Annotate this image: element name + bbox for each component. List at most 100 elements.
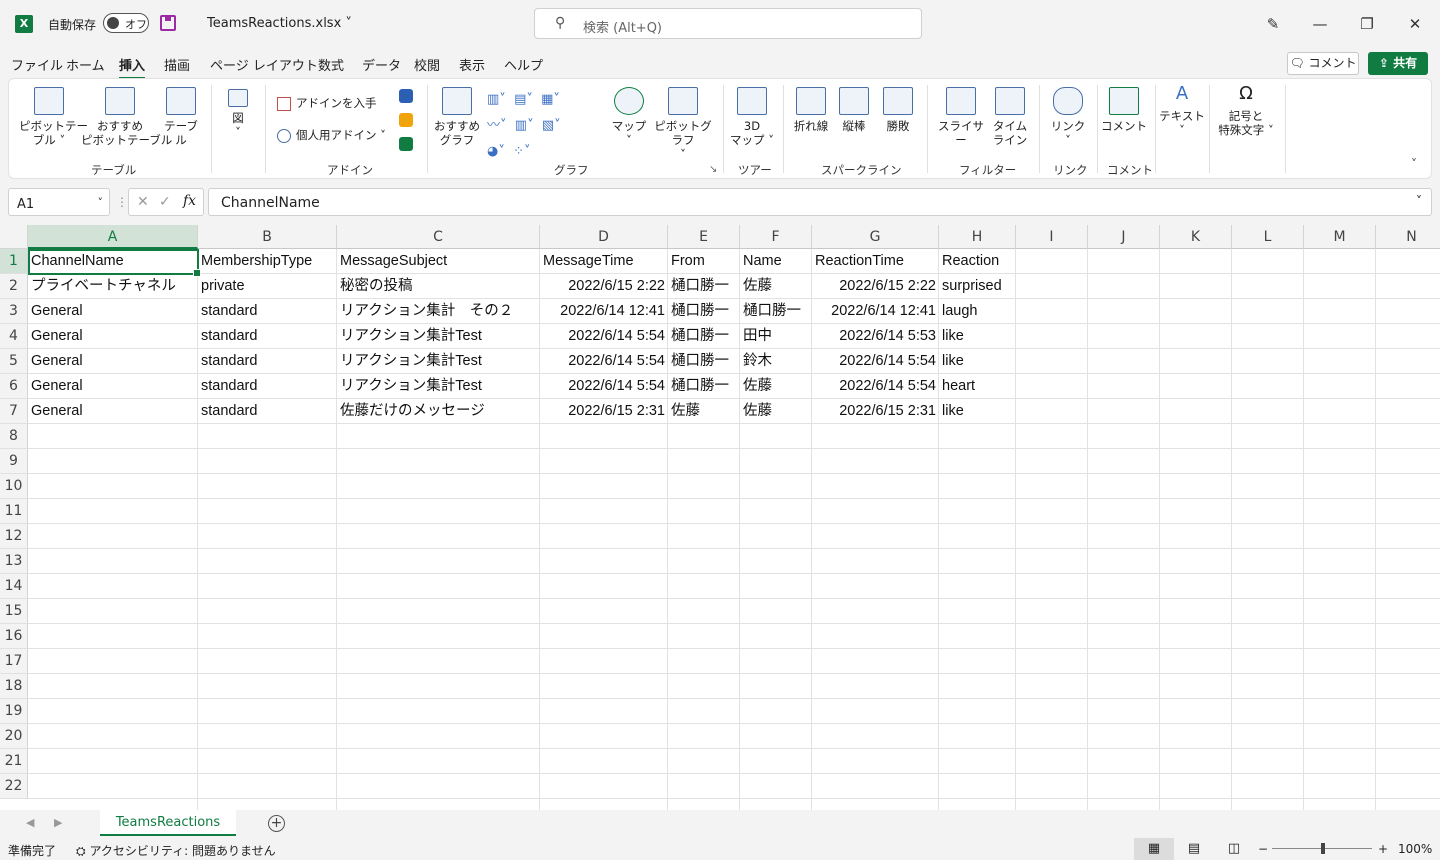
select-all-corner[interactable] (0, 225, 28, 249)
cell-d3[interactable]: 2022/6/14 12:41 (540, 299, 668, 324)
cell-b4[interactable]: standard (198, 324, 337, 349)
cell-a4[interactable]: General (28, 324, 198, 349)
column-header-l[interactable]: L (1232, 225, 1304, 249)
collapse-ribbon-icon[interactable]: ˅ (1411, 157, 1417, 171)
cell-f7[interactable]: 佐藤 (740, 399, 812, 424)
cell-c1[interactable]: MessageSubject (337, 249, 540, 274)
comment-button[interactable]: コメント (1101, 87, 1147, 133)
cell-b1[interactable]: MembershipType (198, 249, 337, 274)
insert-function-icon[interactable]: fx (183, 193, 196, 209)
row-header-14[interactable]: 14 (0, 574, 28, 599)
cell-h2[interactable]: surprised (939, 274, 1016, 299)
row-header-10[interactable]: 10 (0, 474, 28, 499)
cell-e6[interactable]: 樋口勝一 (668, 374, 740, 399)
cell-f1[interactable]: Name (740, 249, 812, 274)
tab-home[interactable]: ホーム (66, 55, 105, 74)
cell-e5[interactable]: 樋口勝一 (668, 349, 740, 374)
row-header-7[interactable]: 7 (0, 399, 28, 424)
cell-f6[interactable]: 佐藤 (740, 374, 812, 399)
row-header-1[interactable]: 1 (0, 249, 28, 274)
cell-g6[interactable]: 2022/6/14 5:54 (812, 374, 939, 399)
search-box[interactable]: ⚲ 検索 (Alt+Q) (534, 8, 922, 39)
pie-chart-icon[interactable]: ◕˅ (487, 144, 505, 159)
column-header-d[interactable]: D (540, 225, 668, 249)
cell-d7[interactable]: 2022/6/15 2:31 (540, 399, 668, 424)
name-box[interactable]: A1 ˅ (8, 188, 110, 216)
autosave-toggle[interactable]: オフ (103, 13, 149, 33)
cell-c5[interactable]: リアクション集計Test (337, 349, 540, 374)
row-header-12[interactable]: 12 (0, 524, 28, 549)
cell-g4[interactable]: 2022/6/14 5:53 (812, 324, 939, 349)
cell-g2[interactable]: 2022/6/15 2:22 (812, 274, 939, 299)
tab-formulas[interactable]: 数式 (318, 55, 344, 74)
cell-b5[interactable]: standard (198, 349, 337, 374)
column-header-n[interactable]: N (1376, 225, 1440, 249)
symbols-button[interactable]: Ω 記号と 特殊文字 ˅ (1213, 85, 1279, 138)
cell-a3[interactable]: General (28, 299, 198, 324)
comments-button[interactable]: 🗨 コメント (1287, 52, 1359, 75)
tab-view[interactable]: 表示 (459, 55, 485, 74)
cell-b3[interactable]: standard (198, 299, 337, 324)
cell-e4[interactable]: 樋口勝一 (668, 324, 740, 349)
cell-f2[interactable]: 佐藤 (740, 274, 812, 299)
tab-file[interactable]: ファイル (11, 55, 63, 74)
hierarchy-chart-icon[interactable]: ▤˅ (514, 92, 533, 107)
save-icon[interactable] (160, 15, 176, 31)
tab-help[interactable]: ヘルプ (504, 55, 543, 74)
add-sheet-icon[interactable]: + (268, 815, 285, 832)
cell-b2[interactable]: private (198, 274, 337, 299)
text-button[interactable]: A テキスト ˅ (1159, 85, 1205, 138)
zoom-slider-thumb[interactable] (1321, 843, 1325, 854)
cell-e3[interactable]: 樋口勝一 (668, 299, 740, 324)
column-header-m[interactable]: M (1304, 225, 1376, 249)
column-header-k[interactable]: K (1160, 225, 1232, 249)
slicer-button[interactable]: スライサー (933, 87, 989, 147)
column-header-i[interactable]: I (1016, 225, 1088, 249)
column-header-g[interactable]: G (812, 225, 939, 249)
pen-icon[interactable]: ✎ (1258, 10, 1288, 38)
scatter-chart-icon[interactable]: ⁘˅ (513, 144, 530, 159)
share-button[interactable]: ⇪ 共有 (1368, 52, 1428, 75)
enter-icon[interactable]: ✓ (159, 194, 171, 210)
page-break-view-icon[interactable]: ◫ (1214, 838, 1254, 860)
pivot-table-button[interactable]: ピボットテー ブル ˅ (19, 87, 88, 147)
row-header-16[interactable]: 16 (0, 624, 28, 649)
timeline-button[interactable]: タイム ライン (989, 87, 1031, 147)
zoom-in-icon[interactable]: + (1378, 842, 1388, 856)
restore-icon[interactable]: ❐ (1352, 10, 1382, 38)
people-graph-icon[interactable] (399, 137, 413, 151)
cell-h1[interactable]: Reaction (939, 249, 1016, 274)
cell-e7[interactable]: 佐藤 (668, 399, 740, 424)
link-button[interactable]: リンク ˅ (1045, 87, 1091, 147)
recommended-charts-button[interactable]: おすすめ グラフ (433, 87, 481, 147)
cell-a5[interactable]: General (28, 349, 198, 374)
row-header-3[interactable]: 3 (0, 299, 28, 324)
recommended-pivot-button[interactable]: おすすめ ピボットテーブル (81, 87, 172, 147)
row-header-15[interactable]: 15 (0, 599, 28, 624)
table-button[interactable]: テーブル (159, 87, 203, 147)
maps-button[interactable]: マップ ˅ (609, 87, 649, 147)
cell-f4[interactable]: 田中 (740, 324, 812, 349)
zoom-out-icon[interactable]: − (1258, 842, 1268, 856)
sparkline-line-button[interactable]: 折れ線 (789, 87, 833, 133)
cell-h4[interactable]: like (939, 324, 1016, 349)
formula-input[interactable]: ChannelName (208, 188, 1432, 216)
visio-icon[interactable] (399, 89, 413, 103)
cell-d2[interactable]: 2022/6/15 2:22 (540, 274, 668, 299)
pivot-chart-button[interactable]: ピボットグラフ ˅ (651, 87, 715, 161)
column-header-j[interactable]: J (1088, 225, 1160, 249)
row-header-21[interactable]: 21 (0, 749, 28, 774)
combo-chart-icon[interactable]: ▧˅ (542, 118, 561, 133)
close-icon[interactable]: ✕ (1400, 10, 1430, 38)
column-chart-icon[interactable]: ▥˅ (487, 92, 506, 107)
cell-g7[interactable]: 2022/6/15 2:31 (812, 399, 939, 424)
spreadsheet-grid[interactable]: A B C D E F G H I J K L M N 1 2 3 4 5 6 7 8 9 10 11 12 13 14 15 16 17 1… (0, 225, 1440, 810)
cell-a6[interactable]: General (28, 374, 198, 399)
tab-draw[interactable]: 描画 (164, 55, 190, 74)
tab-page-layout[interactable]: ページ レイアウト (210, 55, 318, 74)
row-header-13[interactable]: 13 (0, 549, 28, 574)
cell-a2[interactable]: プライベートチャネル (28, 274, 198, 299)
row-header-20[interactable]: 20 (0, 724, 28, 749)
cell-a7[interactable]: General (28, 399, 198, 424)
row-header-19[interactable]: 19 (0, 699, 28, 724)
